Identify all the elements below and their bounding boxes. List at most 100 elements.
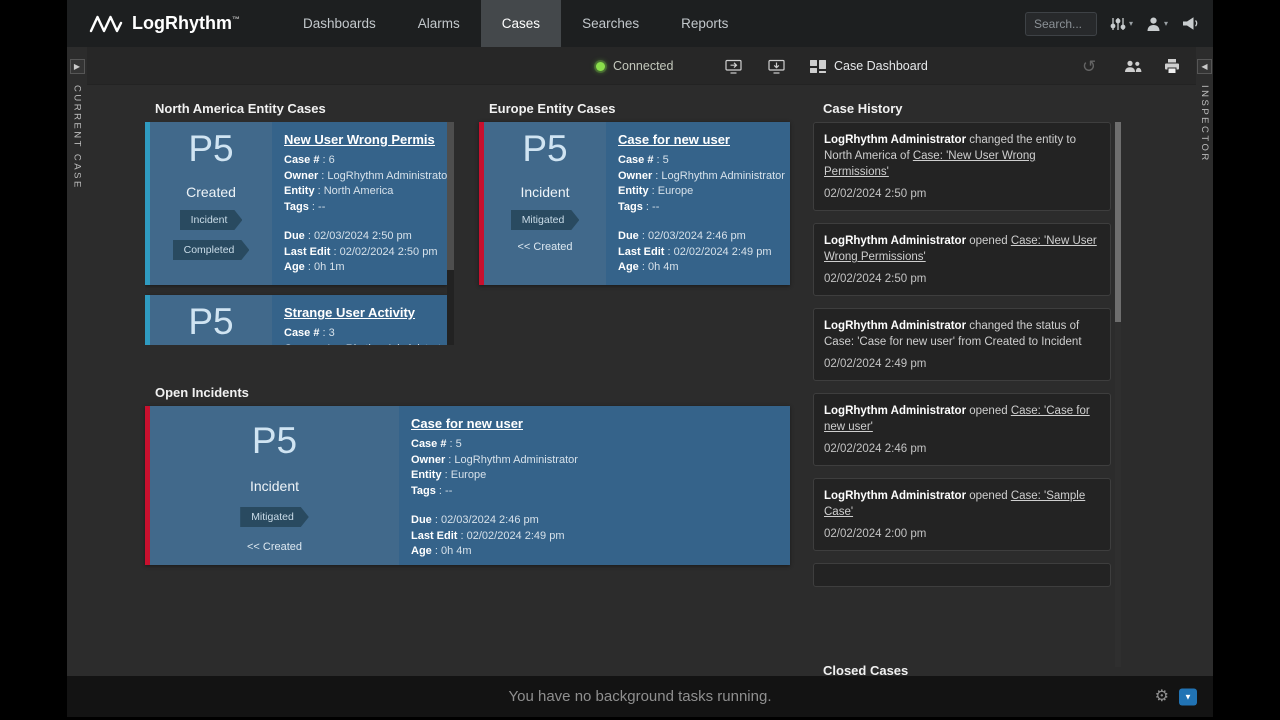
case-details: Case for new user Case # : 5 Owner : Log… — [399, 406, 790, 565]
connection-status: Connected — [596, 47, 673, 85]
inspector-tab[interactable]: INSPECTOR — [1199, 85, 1210, 163]
nav-tab-cases[interactable]: Cases — [481, 0, 561, 47]
case-number: Case # : 6 — [284, 153, 435, 169]
print-button[interactable] — [1164, 47, 1180, 85]
history-actor: LogRhythm Administrator — [824, 490, 966, 502]
field-value: : 0h 1m — [305, 261, 345, 273]
field-value: : 02/03/2024 2:50 pm — [305, 230, 412, 242]
announcements-button[interactable] — [1181, 16, 1199, 31]
field-value: : 02/03/2024 2:46 pm — [639, 230, 746, 242]
case-entity: Entity : Europe — [618, 184, 778, 200]
case-details: New User Wrong Permis... Case # : 6 Owne… — [272, 122, 447, 285]
scrollbar-thumb[interactable] — [1115, 122, 1121, 322]
screen: { "nav": { "logo_text": "LogRhythm", "lo… — [0, 0, 1280, 720]
case-priority: P5 — [252, 418, 297, 464]
logrhythm-logo: LogRhythm™ — [67, 13, 282, 34]
field-value: : 0h 4m — [639, 261, 679, 273]
case-priority-panel: P5 Created Incident Completed — [150, 122, 272, 285]
field-value: : Europe — [649, 185, 694, 197]
case-title-link[interactable]: New User Wrong Permis... — [284, 132, 435, 147]
field-label: Owner — [284, 343, 318, 346]
user-icon — [1146, 16, 1161, 32]
field-label: Case # — [411, 438, 446, 450]
nav-tab-reports[interactable]: Reports — [660, 0, 749, 47]
case-title-link[interactable]: Strange User Activity — [284, 305, 435, 320]
case-card-case-for-new-user[interactable]: P5 Incident Mitigated << Created Case fo… — [479, 122, 790, 285]
nav-tab-searches[interactable]: Searches — [561, 0, 660, 47]
field-value: : LogRhythm Administrator — [445, 454, 578, 466]
user-menu[interactable]: ▾ — [1146, 16, 1168, 32]
case-due: Due : 02/03/2024 2:50 pm — [284, 229, 435, 245]
case-status: Created — [186, 184, 236, 200]
field-value: : LogRhythm Administrator — [652, 170, 785, 182]
downloads-button[interactable]: ▼ — [1179, 688, 1197, 705]
case-title-link[interactable]: Case for new user — [411, 416, 778, 431]
case-tags: Tags : -- — [411, 484, 778, 500]
search-input[interactable] — [1025, 12, 1097, 36]
case-last-edit: Last Edit : 02/02/2024 2:49 pm — [411, 529, 778, 545]
field-label: Tags — [411, 485, 436, 497]
status-badge-mitigated: Mitigated — [240, 507, 309, 527]
export-dashboard-button[interactable] — [768, 47, 785, 85]
history-action: opened — [966, 490, 1011, 502]
case-age: Age : 0h 1m — [284, 260, 435, 276]
monitor-download-icon — [768, 59, 785, 74]
nav-tab-alarms[interactable]: Alarms — [397, 0, 481, 47]
case-number: Case # : 5 — [618, 153, 778, 169]
field-label: Owner — [618, 170, 652, 182]
case-tags: Tags : -- — [618, 200, 778, 216]
expand-inspector-button[interactable]: ◀ — [1197, 59, 1212, 74]
case-owner: Owner : LogRhythm Administrator — [284, 169, 435, 185]
sliders-icon — [1110, 16, 1126, 32]
logrhythm-logo-icon — [89, 14, 123, 34]
open-incident-card-case-for-new-user[interactable]: P5 Incident Mitigated << Created Case fo… — [145, 406, 790, 565]
field-label: Due — [411, 514, 432, 526]
nav-tab-dashboards[interactable]: Dashboards — [282, 0, 397, 47]
case-card-new-user-wrong-permissions[interactable]: P5 Created Incident Completed New User W… — [145, 122, 447, 285]
case-last-edit: Last Edit : 02/02/2024 2:50 pm — [284, 245, 435, 261]
field-label: Age — [618, 261, 639, 273]
expand-current-case-button[interactable]: ▶ — [70, 59, 85, 74]
case-card-strange-user-activity[interactable]: P5 Strange User Activity Case # : 3 Owne… — [145, 295, 447, 345]
case-history-entry — [813, 563, 1111, 587]
field-label: Age — [411, 545, 432, 557]
chevron-down-icon: ▾ — [1164, 19, 1168, 28]
current-case-tab[interactable]: CURRENT CASE — [72, 85, 83, 190]
undo-button[interactable]: ↺ — [1082, 47, 1096, 85]
logrhythm-app-window: LogRhythm™ Dashboards Alarms Cases Searc… — [67, 0, 1213, 717]
open-dashboard-window-button[interactable] — [725, 47, 742, 85]
history-actor: LogRhythm Administrator — [824, 405, 966, 417]
connection-status-label: Connected — [613, 59, 673, 73]
north-america-scrollbar[interactable] — [447, 122, 454, 345]
collaborators-button[interactable] — [1124, 47, 1142, 85]
history-text: LogRhythm Administrator changed the stat… — [824, 318, 1100, 350]
trademark: ™ — [232, 15, 240, 24]
case-age: Age : 0h 4m — [411, 544, 778, 560]
field-label: Entity — [411, 469, 442, 481]
filter-sliders-menu[interactable]: ▾ — [1110, 16, 1133, 32]
case-history-scrollbar[interactable] — [1115, 122, 1121, 667]
settings-gear-icon[interactable]: ⚙ — [1155, 689, 1169, 705]
case-due: Due : 02/03/2024 2:46 pm — [411, 513, 778, 529]
nav-right-cluster: ▾ ▾ — [1025, 0, 1199, 47]
people-icon — [1124, 60, 1142, 73]
case-status: Incident — [520, 184, 569, 200]
inspector-rail: ◀ INSPECTOR — [1196, 47, 1213, 717]
history-actor: LogRhythm Administrator — [824, 320, 966, 332]
history-action: opened — [966, 405, 1011, 417]
dashboard-selector-label: Case Dashboard — [834, 59, 928, 73]
field-label: Last Edit — [411, 530, 457, 542]
history-timestamp: 02/02/2024 2:46 pm — [824, 443, 1100, 455]
north-america-cases-list: P5 Created Incident Completed New User W… — [145, 122, 455, 345]
dashboard-selector[interactable]: Case Dashboard — [810, 47, 928, 85]
field-label: Case # — [284, 154, 319, 166]
scrollbar-thumb[interactable] — [447, 122, 454, 270]
case-entity: Entity : Europe — [411, 468, 778, 484]
case-history-entry: LogRhythm Administrator opened Case: 'Ne… — [813, 223, 1111, 296]
case-last-edit: Last Edit : 02/02/2024 2:49 pm — [618, 245, 778, 261]
case-title-link[interactable]: Case for new user — [618, 132, 778, 147]
created-marker: << Created — [247, 541, 302, 553]
status-badge-completed: Completed — [173, 240, 250, 260]
field-value: : LogRhythm Administrator — [318, 343, 447, 346]
field-value: : 02/02/2024 2:49 pm — [664, 246, 771, 258]
